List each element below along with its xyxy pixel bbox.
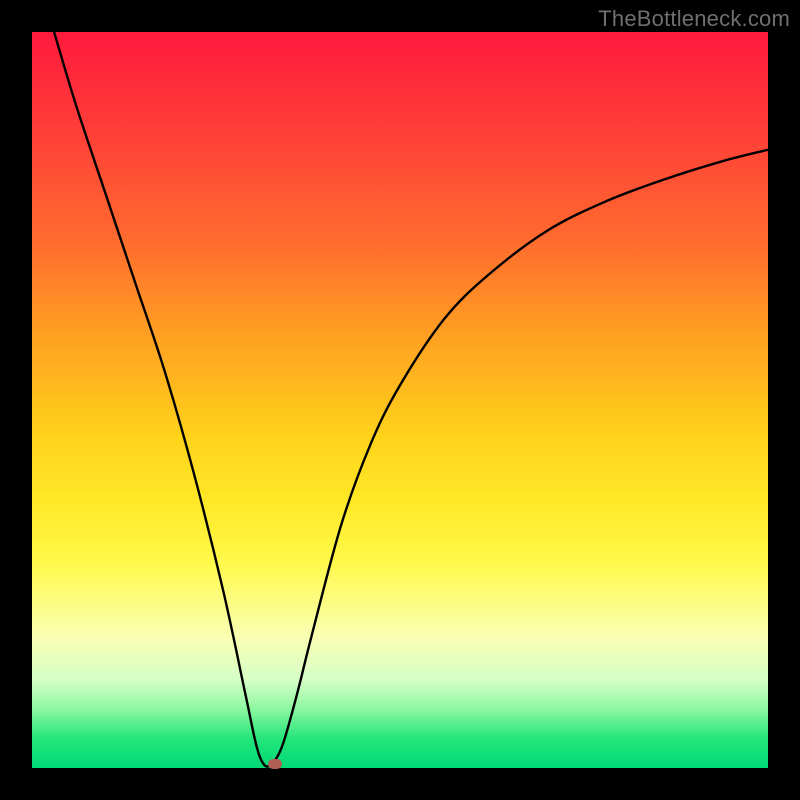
minimum-marker [268,759,282,769]
chart-frame: TheBottleneck.com [0,0,800,800]
bottleneck-curve [32,32,768,768]
watermark-text: TheBottleneck.com [598,6,790,32]
